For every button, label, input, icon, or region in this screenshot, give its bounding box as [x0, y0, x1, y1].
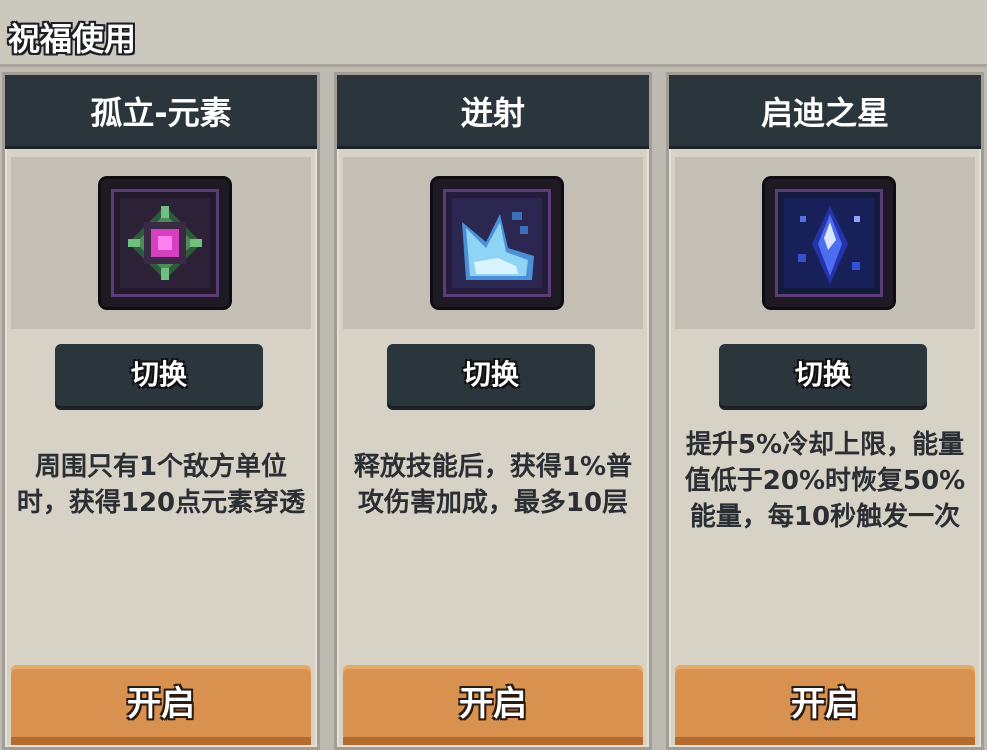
- icon-panel: [11, 157, 311, 329]
- open-button[interactable]: 开启: [343, 665, 643, 745]
- header-bar: 祝福使用: [0, 0, 987, 67]
- icon-panel: [675, 157, 975, 329]
- blessing-icon-frame: [433, 179, 561, 307]
- icon-panel: [343, 157, 643, 329]
- open-button[interactable]: 开启: [675, 665, 975, 745]
- card-title: 迸射: [337, 75, 649, 149]
- blessing-icon-frame: [765, 179, 893, 307]
- blessing-card-enlightenment-star: 启迪之星 切换 提升5%冷却上限，能量值低于20%时恢复50%能量，每10秒触发…: [666, 72, 984, 750]
- page-title: 祝福使用: [8, 20, 137, 58]
- switch-button[interactable]: 切换: [719, 344, 927, 406]
- card-description: 释放技能后，获得1%普攻伤害加成，最多10层: [353, 452, 633, 518]
- burst-shard-icon: [443, 189, 551, 297]
- element-orb-icon: [111, 189, 219, 297]
- blessing-card-isolation-element: 孤立-元素 切换 周围只有1个敌方单位时，获得120点元素穿透 开启: [2, 72, 320, 750]
- enlightenment-star-icon: [775, 189, 883, 297]
- open-button[interactable]: 开启: [11, 665, 311, 745]
- switch-button[interactable]: 切换: [387, 344, 595, 406]
- card-title: 孤立-元素: [5, 75, 317, 149]
- blessing-card-burst: 迸射 切换 释放技能后，获得1%普攻伤害加成，最多10层 开启: [334, 72, 652, 750]
- blessing-icon-frame: [101, 179, 229, 307]
- card-title: 启迪之星: [669, 75, 981, 149]
- card-description: 周围只有1个敌方单位时，获得120点元素穿透: [16, 452, 306, 518]
- switch-button[interactable]: 切换: [55, 344, 263, 406]
- card-description: 提升5%冷却上限，能量值低于20%时恢复50%能量，每10秒触发一次: [684, 430, 966, 532]
